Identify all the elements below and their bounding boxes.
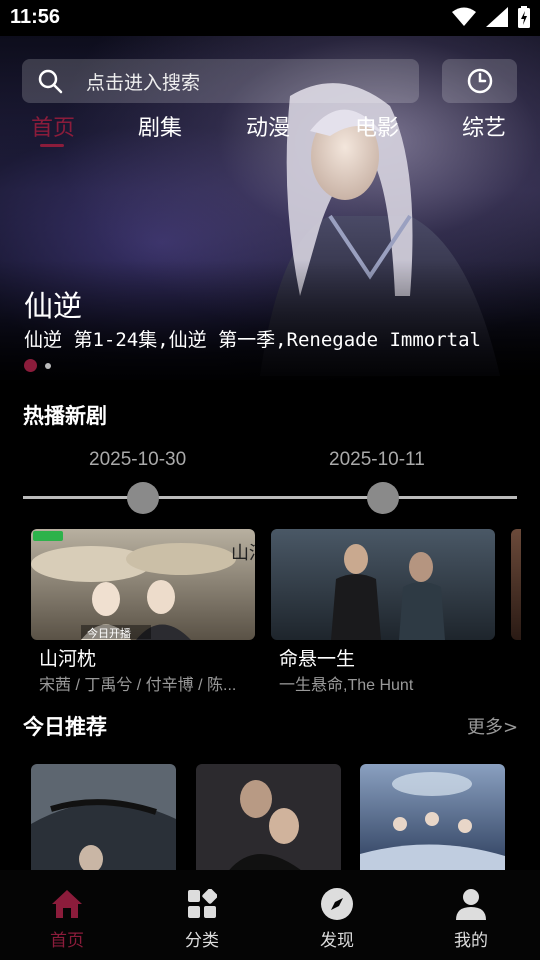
- nav-item-profile[interactable]: 我的: [431, 886, 511, 951]
- nav-item-home[interactable]: 首页: [27, 886, 107, 951]
- search-placeholder: 点击进入搜索: [86, 71, 201, 94]
- section-title-hot-new: 热播新剧: [23, 404, 107, 428]
- poster-cast: 宋茜 / 丁禹兮 / 付辛博 / 陈...: [39, 677, 237, 694]
- poster-cast: 一生悬命,The Hunt: [279, 677, 414, 694]
- poster-logo-text: 山河枕: [231, 543, 255, 564]
- section-title-today-rec: 今日推荐: [23, 715, 107, 739]
- carousel-dot[interactable]: [45, 362, 51, 369]
- poster-peek[interactable]: [511, 529, 521, 640]
- home-icon: [49, 886, 85, 922]
- timeline-date: 2025-10-30: [89, 449, 187, 470]
- search-icon: [36, 67, 64, 95]
- carousel-dot-active[interactable]: [24, 359, 37, 372]
- rec-poster[interactable]: [196, 764, 341, 874]
- rec-poster[interactable]: [31, 764, 176, 874]
- wifi-icon: [452, 7, 476, 26]
- poster-title[interactable]: 命悬一生: [279, 644, 355, 671]
- active-tab-indicator: [40, 144, 64, 147]
- timeline-track: [23, 496, 517, 499]
- poster-image: 山河枕 今日开播: [31, 529, 255, 640]
- bottom-nav: 首页 分类 发现 我的: [0, 870, 540, 960]
- timeline-date: 2025-10-11: [329, 449, 425, 470]
- tab-movies[interactable]: 电影: [355, 110, 399, 142]
- poster-mingxuanyisheng[interactable]: [271, 529, 495, 640]
- nav-label: 首页: [50, 931, 84, 951]
- category-icon: [184, 886, 220, 922]
- battery-icon: [518, 6, 530, 28]
- tab-series[interactable]: 剧集: [138, 110, 182, 142]
- clock-icon: [467, 68, 492, 94]
- poster-shanhezhen[interactable]: 山河枕 今日开播: [31, 529, 255, 640]
- category-tabs: 首页 剧集 动漫 电影 综艺: [0, 110, 540, 150]
- hero-subtitle: 仙逆 第1-24集,仙逆 第一季,Renegade Immortal: [24, 329, 481, 351]
- poster-image: [360, 764, 505, 874]
- poster-image: [31, 764, 176, 874]
- poster-badge-text: 今日开播: [87, 626, 131, 640]
- status-icons: [452, 6, 530, 28]
- timeline-knob[interactable]: [367, 482, 399, 514]
- poster-title[interactable]: 山河枕: [39, 644, 96, 671]
- hero-title[interactable]: 仙逆: [24, 283, 82, 325]
- poster-image: [196, 764, 341, 874]
- history-button[interactable]: [442, 59, 517, 103]
- user-icon: [453, 886, 489, 922]
- nav-label: 我的: [454, 931, 488, 951]
- carousel-indicator: [24, 359, 51, 372]
- search-input[interactable]: 点击进入搜索: [22, 59, 419, 103]
- status-bar: 11:56: [0, 0, 540, 36]
- more-link[interactable]: 更多>: [467, 713, 518, 739]
- nav-item-discover[interactable]: 发现: [297, 886, 377, 951]
- rec-poster[interactable]: [360, 764, 505, 874]
- tab-anime[interactable]: 动漫: [246, 110, 290, 142]
- compass-icon: [319, 886, 355, 922]
- nav-item-category[interactable]: 分类: [162, 886, 242, 951]
- nav-label: 发现: [320, 931, 354, 951]
- signal-icon: [486, 7, 508, 27]
- tab-home[interactable]: 首页: [31, 110, 75, 142]
- tab-variety[interactable]: 综艺: [462, 110, 506, 142]
- nav-label: 分类: [185, 931, 219, 951]
- timeline-knob[interactable]: [127, 482, 159, 514]
- status-time: 11:56: [10, 6, 61, 28]
- poster-image: [271, 529, 495, 640]
